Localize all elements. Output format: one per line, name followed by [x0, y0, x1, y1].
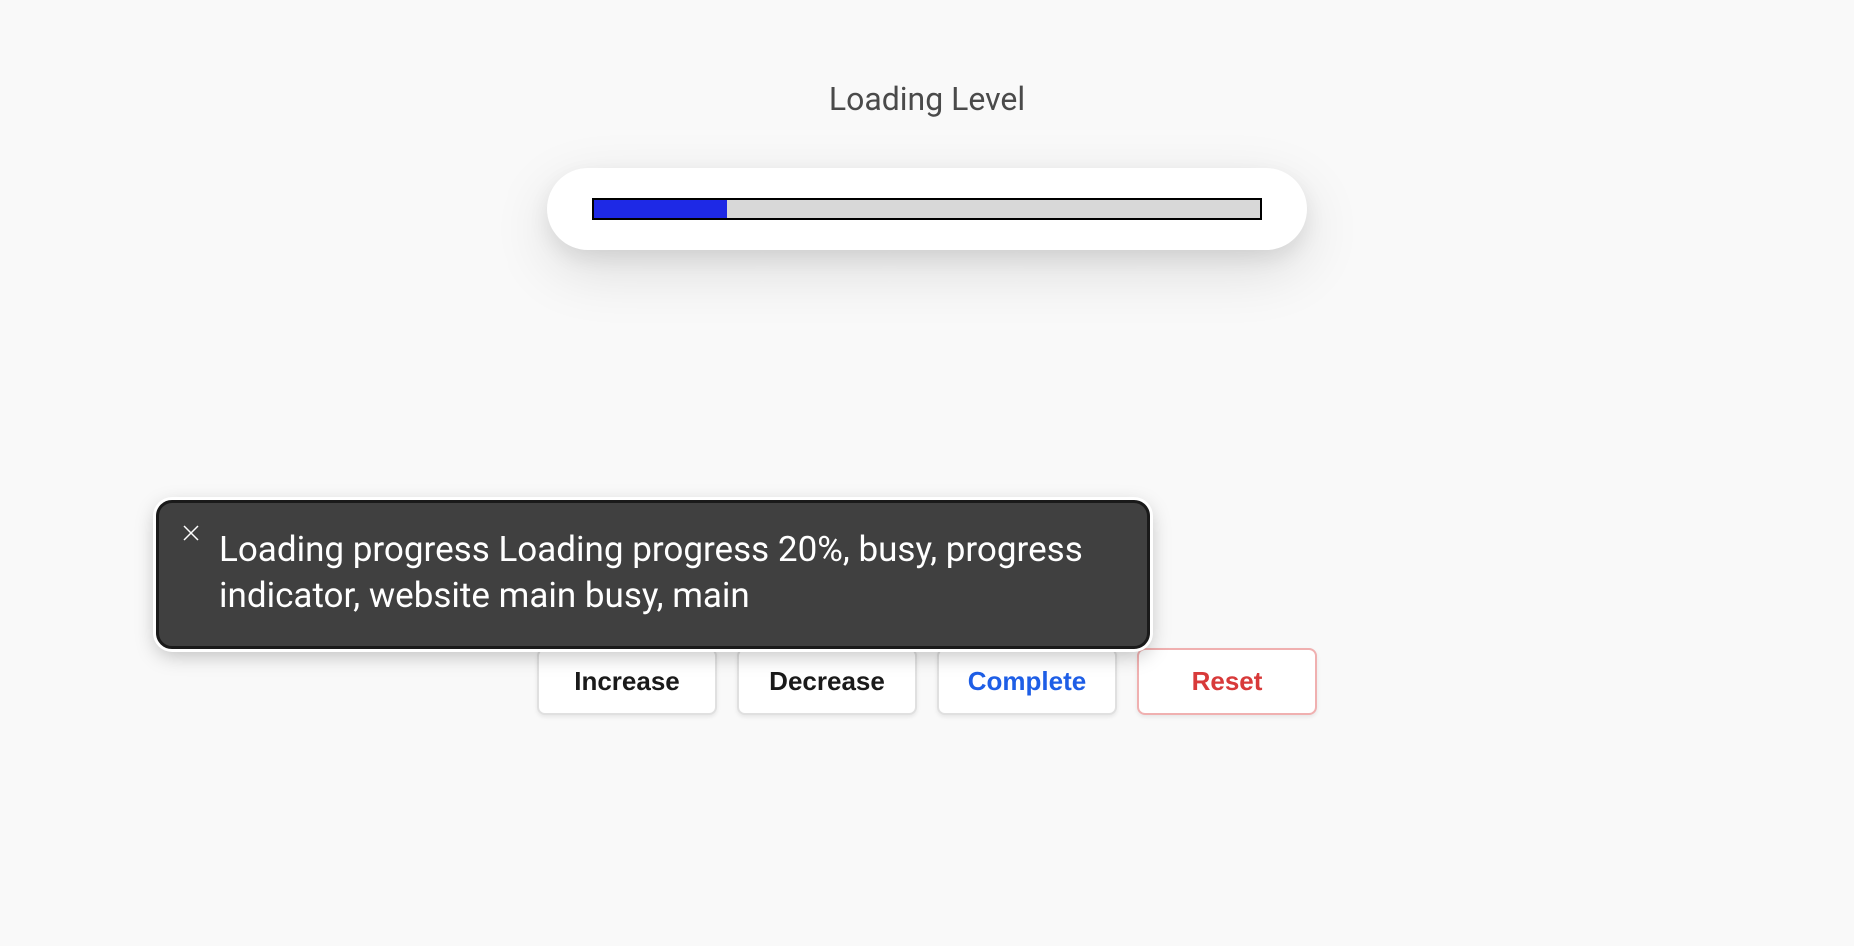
complete-button[interactable]: Complete [937, 648, 1117, 715]
accessibility-tooltip: Loading progress Loading progress 20%, b… [156, 500, 1150, 649]
buttons-row: Increase Decrease Complete Reset [532, 648, 1322, 715]
decrease-button[interactable]: Decrease [737, 648, 917, 715]
page-title: Loading Level [829, 80, 1025, 118]
progress-bar[interactable] [592, 198, 1262, 220]
main-container: Loading Level [0, 0, 1854, 250]
tooltip-text: Loading progress Loading progress 20%, b… [219, 527, 1117, 618]
reset-button[interactable]: Reset [1137, 648, 1317, 715]
increase-button[interactable]: Increase [537, 648, 717, 715]
close-icon[interactable] [179, 521, 203, 545]
progress-bar-fill [594, 200, 727, 218]
progress-card [547, 168, 1307, 250]
